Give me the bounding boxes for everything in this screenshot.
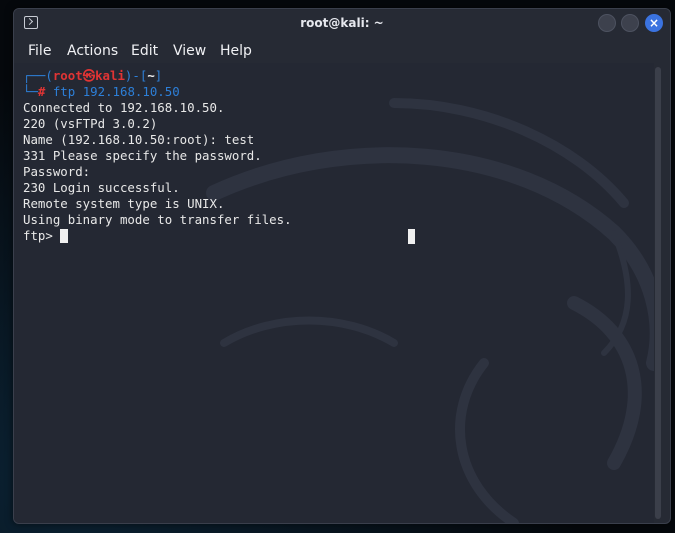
output-line: 230 Login successful. xyxy=(23,180,180,195)
prompt-line-2: └─# ftp 192.168.10.50 xyxy=(23,84,292,100)
output-line: 220 (vsFTPd 3.0.2) xyxy=(23,116,158,131)
prompt-line-1: ┌──(root㉿kali)-[~] xyxy=(23,68,292,84)
menu-edit[interactable]: Edit xyxy=(131,41,158,61)
ftp-prompt-line[interactable]: ftp> xyxy=(23,228,292,244)
menu-bar: File Actions Edit View Help xyxy=(14,38,670,63)
close-icon: × xyxy=(648,16,660,30)
terminal-output: ┌──(root㉿kali)-[~] └─# ftp 192.168.10.50… xyxy=(23,68,292,244)
prompt-frame: )-[ xyxy=(124,68,148,83)
terminal-area[interactable]: ┌──(root㉿kali)-[~] └─# ftp 192.168.10.50… xyxy=(14,63,654,523)
output-line: Password: xyxy=(23,164,91,179)
output-line: 331 Please specify the password. xyxy=(23,148,262,163)
prompt-frame: ┌──( xyxy=(23,68,53,83)
terminal-window: root@kali: ~ × File Actions Edit View He… xyxy=(13,8,671,524)
desktop-background: root@kali: ~ × File Actions Edit View He… xyxy=(0,0,675,533)
window-title: root@kali: ~ xyxy=(300,16,384,30)
text-cursor xyxy=(60,229,69,243)
prompt-host: kali xyxy=(95,68,125,83)
menu-file[interactable]: File xyxy=(28,41,51,61)
output-line: Using binary mode to transfer files. xyxy=(23,212,292,227)
prompt-frame: └─ xyxy=(23,84,38,99)
output-line: Name (192.168.10.50:root): test xyxy=(23,132,255,147)
close-button[interactable]: × xyxy=(645,14,663,32)
scrollbar[interactable] xyxy=(655,67,661,519)
prompt-path: ~ xyxy=(147,68,155,83)
title-bar[interactable]: root@kali: ~ × xyxy=(14,9,670,38)
menu-view[interactable]: View xyxy=(173,41,206,61)
ftp-prompt: ftp> xyxy=(23,228,61,243)
output-line: Remote system type is UNIX. xyxy=(23,196,225,211)
prompt-user: root xyxy=(52,68,83,83)
prompt-frame: ] xyxy=(154,68,163,83)
prompt-at-icon: ㉿ xyxy=(82,68,96,83)
menu-help[interactable]: Help xyxy=(220,41,252,61)
command-text: ftp 192.168.10.50 xyxy=(45,84,180,99)
maximize-button[interactable] xyxy=(621,14,639,32)
minimize-button[interactable] xyxy=(598,14,616,32)
menu-actions[interactable]: Actions xyxy=(67,41,118,61)
output-line: Connected to 192.168.10.50. xyxy=(23,100,225,115)
mouse-text-cursor xyxy=(408,229,415,244)
